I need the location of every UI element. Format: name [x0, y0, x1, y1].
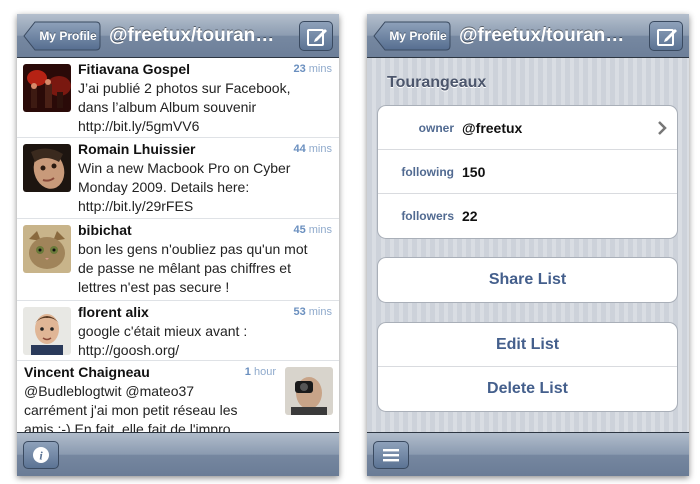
info-icon: i: [33, 447, 49, 463]
edit-list-button[interactable]: Edit List: [378, 323, 677, 367]
tweet-time: 1 hour: [245, 366, 276, 378]
tweet-time: 44 mins: [293, 143, 332, 155]
avatar-image: [23, 307, 71, 355]
tweet-time-unit: mins: [308, 63, 332, 75]
list-details-group: owner @freetux following 150 followers 2…: [377, 105, 678, 239]
bottom-toolbar: [367, 432, 689, 476]
tweet-time: 23 mins: [293, 63, 332, 75]
tweet-time-unit: mins: [308, 306, 332, 318]
tweet-list[interactable]: Fitiavana Gospel 23 mins J’ai publié 2 p…: [17, 58, 339, 432]
followers-row: followers 22: [378, 194, 677, 238]
nav-title: @freetux/touran…: [459, 25, 625, 46]
tweet-line: google c'était mieux avant :: [78, 323, 248, 339]
tweet-line: http://bit.ly/29rFES: [78, 198, 194, 214]
tweet-time: 53 mins: [293, 306, 332, 318]
tweet-line: http://goosh.org/: [78, 342, 180, 358]
tweet-text: J’ai publié 2 photos sur Facebook, dans …: [78, 79, 332, 136]
tweet-time-unit: mins: [308, 224, 332, 236]
detail-value: 22: [462, 208, 478, 224]
avatar-image: [23, 225, 71, 273]
tweet-row[interactable]: florent alix 53 mins google c'était mieu…: [17, 301, 339, 361]
compose-icon: [657, 29, 677, 46]
tweet-time-number: 45: [293, 224, 306, 236]
avatar[interactable]: [23, 225, 71, 273]
bottom-toolbar: i: [17, 432, 339, 476]
nav-title: @freetux/touran…: [109, 25, 275, 46]
back-button-label: My Profile: [389, 29, 447, 43]
tweet-time-number: 1: [244, 366, 251, 378]
tweet-line: @Budleblogtwit @mateo37: [24, 383, 195, 399]
tweet-line: de passe ne mêlant pas chiffres et: [78, 260, 291, 276]
tweet-time: 45 mins: [293, 224, 332, 236]
tweet-line: amis ;-) En fait, elle fait de l'impro: [24, 421, 231, 432]
back-button-label: My Profile: [39, 29, 97, 43]
tweet-line: lettres n'est pas secure !: [78, 279, 230, 295]
detail-key: following: [401, 165, 454, 179]
tweet-list-screen: My Profile @freetux/touran… Fitiavana Go…: [17, 14, 339, 476]
tweet-line: J’ai publié 2 photos sur Facebook,: [78, 80, 291, 96]
tweet-author: Vincent Chaigneau: [24, 364, 150, 380]
tweet-text: Win a new Macbook Pro on Cyber Monday 20…: [78, 159, 332, 216]
delete-list-button[interactable]: Delete List: [378, 367, 677, 411]
tweet-time-unit: hour: [253, 366, 276, 378]
detail-value: 150: [462, 164, 486, 180]
chevron-right-icon: [658, 121, 667, 135]
back-button[interactable]: My Profile: [373, 21, 451, 51]
tweet-time-unit: mins: [308, 143, 332, 155]
tweet-time-number: 44: [293, 143, 306, 155]
compose-button[interactable]: [649, 21, 683, 51]
tweet-time-number: 53: [293, 306, 306, 318]
detail-key: owner: [418, 121, 454, 135]
tweet-line: Win a new Macbook Pro on Cyber: [78, 160, 291, 176]
compose-button[interactable]: [299, 21, 333, 51]
detail-key: followers: [401, 209, 454, 223]
menu-button[interactable]: [373, 441, 409, 469]
avatar[interactable]: [23, 144, 71, 192]
following-row: following 150: [378, 150, 677, 194]
navigation-bar: My Profile @freetux/touran…: [367, 14, 689, 58]
detail-value: @freetux: [462, 120, 523, 136]
compose-icon: [307, 29, 327, 46]
tweet-line: carrément j'ai mon petit réseau les: [24, 402, 238, 418]
info-button[interactable]: i: [23, 441, 59, 469]
avatar-image: [23, 144, 71, 192]
tweet-row[interactable]: Romain Lhuissier 44 mins Win a new Macbo…: [17, 138, 339, 219]
list-details-screen: My Profile @freetux/touran… Tourangeaux …: [367, 14, 689, 476]
tweet-text: bon les gens n'oubliez pas qu'un mot de …: [78, 240, 332, 297]
tweet-line: Monday 2009. Details here:: [78, 179, 250, 195]
tweet-time-number: 23: [293, 63, 306, 75]
edit-delete-group: Edit List Delete List: [377, 322, 678, 412]
tweet-row[interactable]: Fitiavana Gospel 23 mins J’ai publié 2 p…: [17, 58, 339, 138]
avatar[interactable]: [285, 367, 333, 415]
back-button[interactable]: My Profile: [23, 21, 101, 51]
tweet-row[interactable]: Vincent Chaigneau 1 hour @Budleblogtwit …: [17, 361, 339, 432]
avatar-image: [285, 367, 333, 415]
menu-icon: [383, 449, 399, 462]
avatar-image: [23, 64, 71, 112]
navigation-bar: My Profile @freetux/touran…: [17, 14, 339, 58]
tweet-text: @Budleblogtwit @mateo37 carrément j'ai m…: [24, 382, 276, 432]
list-name-header: Tourangeaux: [387, 74, 487, 91]
share-list-button[interactable]: Share List: [378, 258, 677, 302]
share-group: Share List: [377, 257, 678, 303]
avatar[interactable]: [23, 64, 71, 112]
owner-row[interactable]: owner @freetux: [378, 106, 677, 150]
tweet-row[interactable]: bibichat 45 mins bon les gens n'oubliez …: [17, 219, 339, 301]
tweet-line: dans l’album Album souvenir: [78, 99, 257, 115]
tweet-line: http://bit.ly/5gmVV6: [78, 118, 200, 134]
tweet-text: google c'était mieux avant : http://goos…: [78, 322, 332, 360]
avatar[interactable]: [23, 307, 71, 355]
tweet-line: bon les gens n'oubliez pas qu'un mot: [78, 241, 308, 257]
